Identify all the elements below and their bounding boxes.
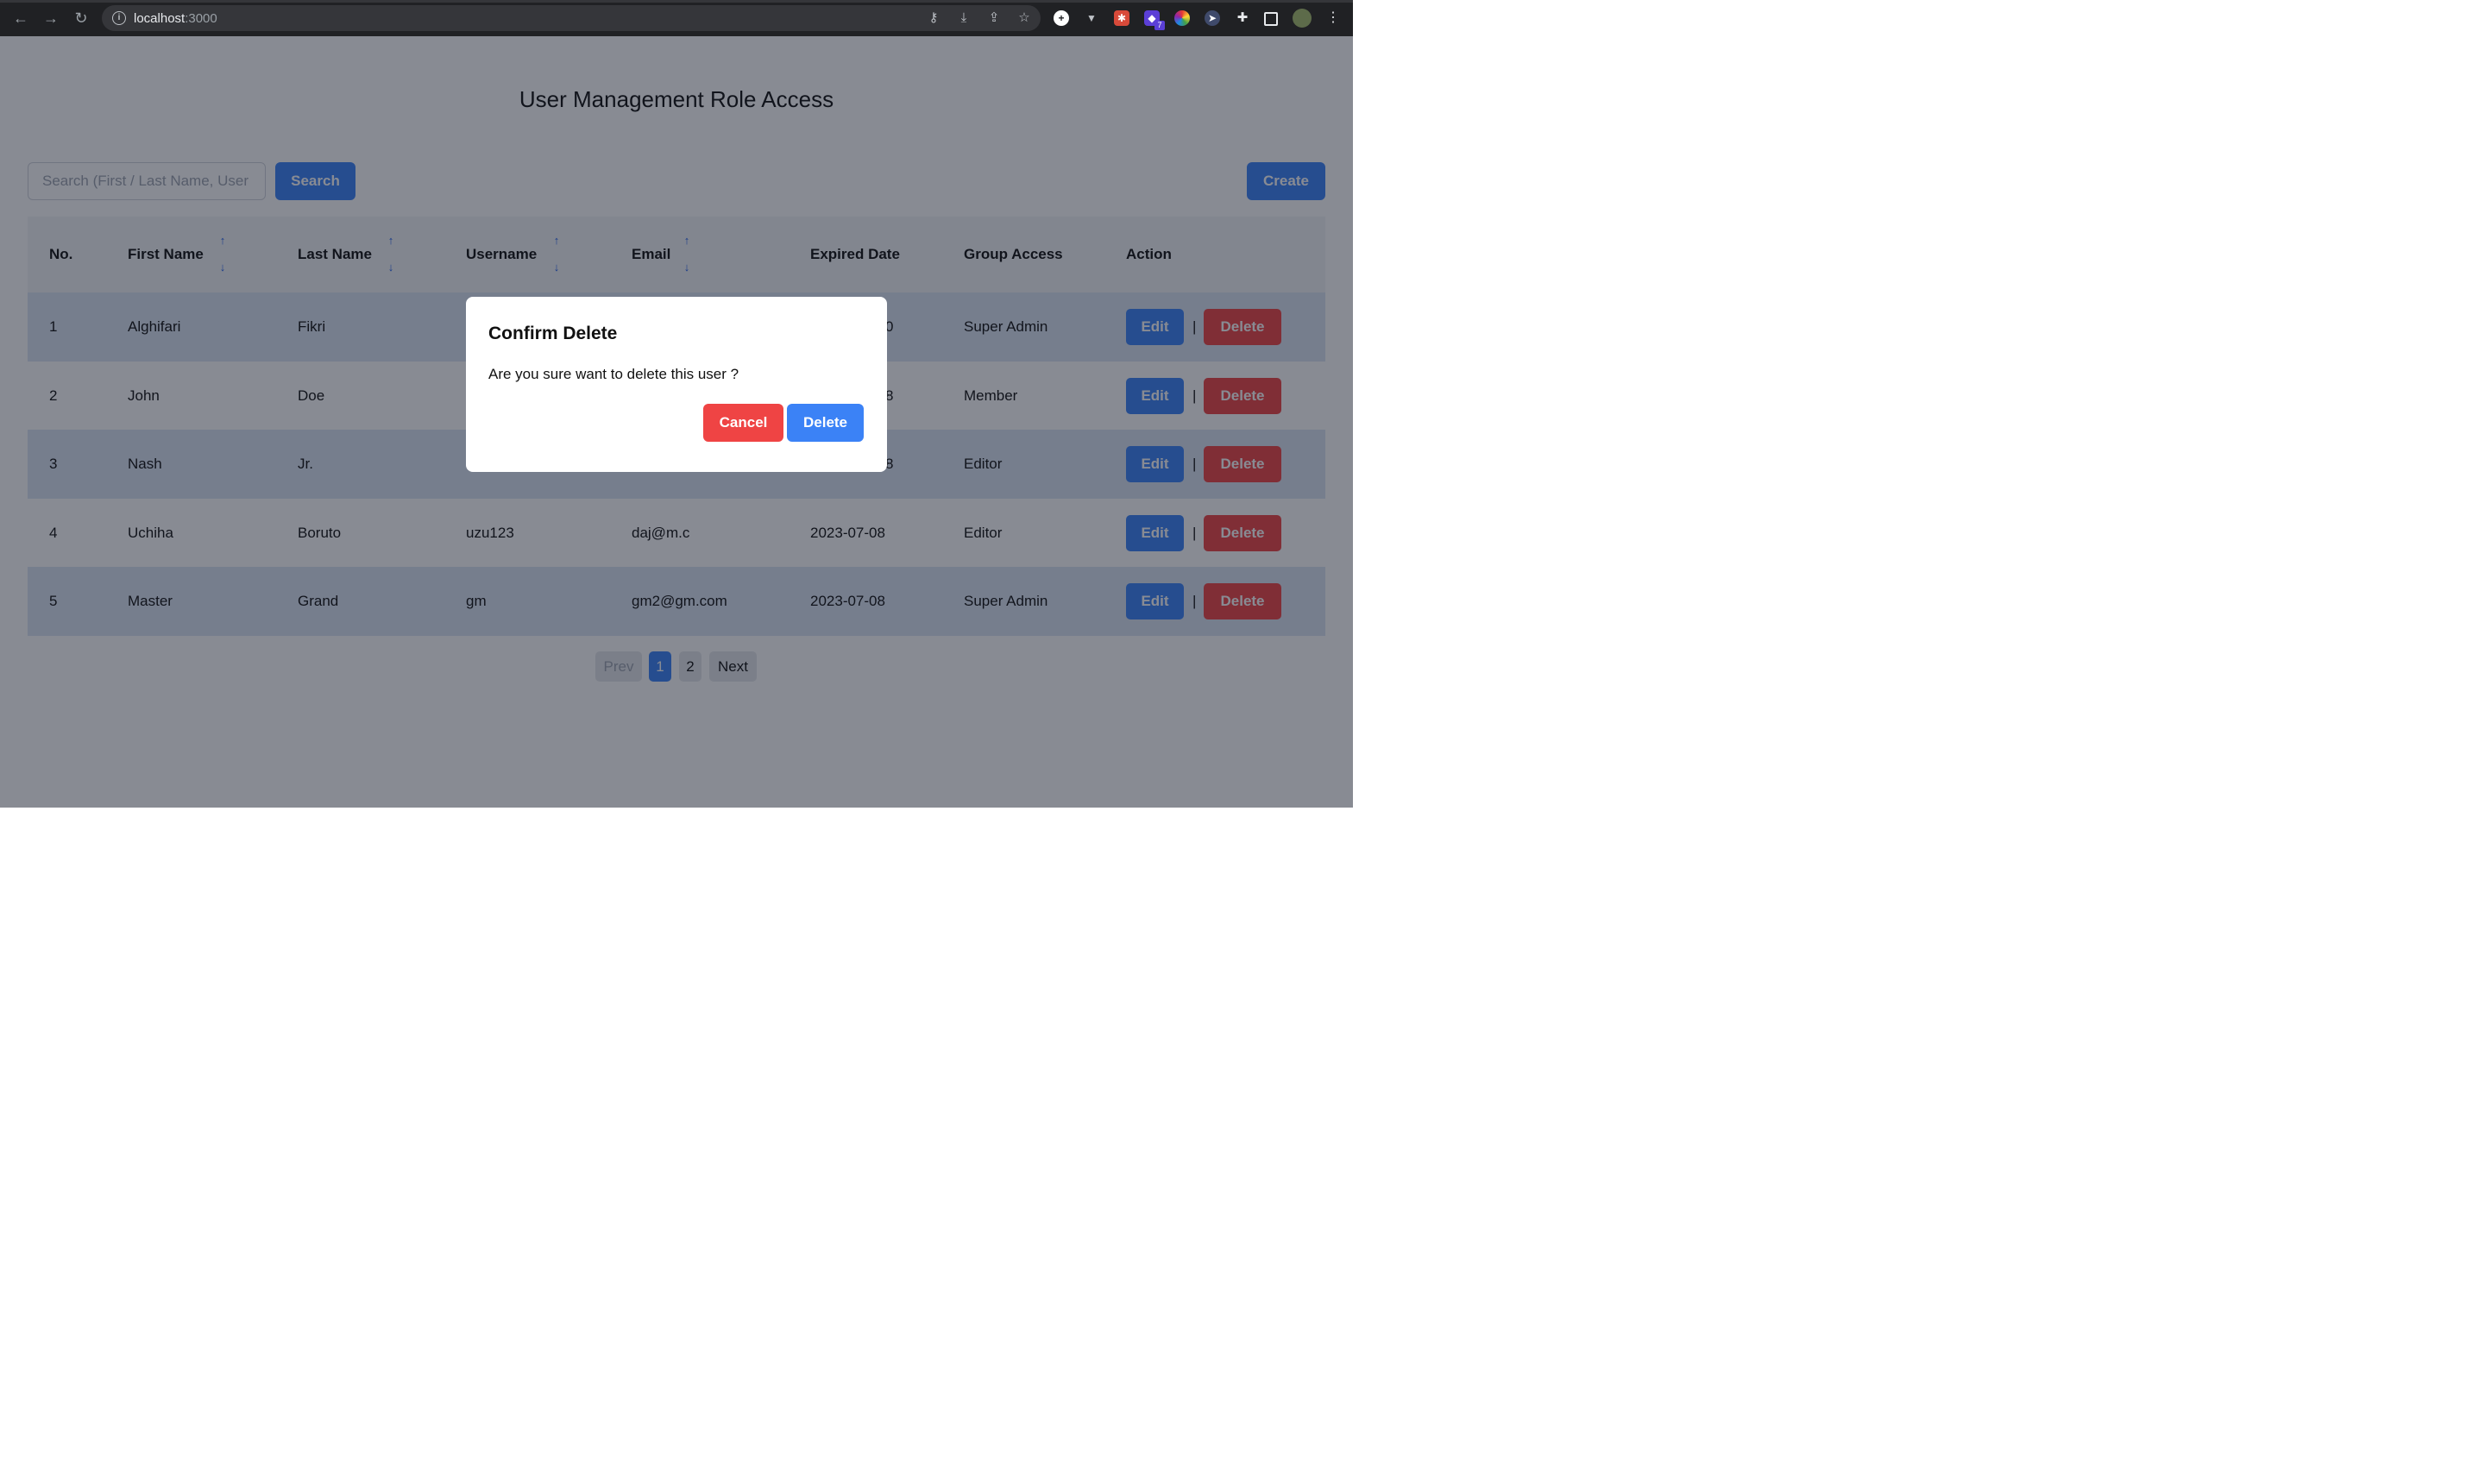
cursor-extension-icon[interactable]: ➤ — [1205, 10, 1220, 26]
reload-icon[interactable]: ↻ — [72, 9, 91, 28]
color-picker-icon[interactable] — [1174, 10, 1190, 26]
dialog-message: Are you sure want to delete this user ? — [488, 366, 739, 382]
extensions-puzzle-icon[interactable]: ✚ — [1235, 10, 1250, 26]
back-icon[interactable]: ← — [11, 9, 30, 28]
extension-plus-icon[interactable]: + — [1054, 10, 1069, 26]
browser-menu-icon[interactable]: ⋮ — [1325, 10, 1341, 26]
site-info-icon[interactable]: i — [112, 11, 126, 25]
tab-strip — [0, 0, 1353, 3]
cancel-button[interactable]: Cancel — [703, 404, 783, 442]
install-icon[interactable]: ⤓ — [956, 11, 972, 25]
dialog-title: Confirm Delete — [488, 324, 618, 343]
side-panel-icon[interactable] — [1264, 12, 1278, 26]
confirm-delete-dialog: Confirm Delete Are you sure want to dele… — [466, 297, 887, 472]
address-bar[interactable]: i localhost:3000 ⚷ ⤓ ⇪ ☆ — [102, 5, 1041, 31]
confirm-delete-button[interactable]: Delete — [787, 404, 864, 442]
browser-toolbar: ← → ↻ i localhost:3000 ⚷ ⤓ ⇪ ☆ + ▼ ✱ ◆ 7… — [0, 0, 1353, 37]
forward-icon[interactable]: → — [41, 9, 60, 28]
extension-red-icon[interactable]: ✱ — [1114, 10, 1129, 26]
extension-badge-count: 7 — [1154, 21, 1165, 30]
key-icon[interactable]: ⚷ — [926, 11, 941, 25]
url-text[interactable]: localhost:3000 — [134, 11, 217, 26]
bookmark-star-icon[interactable]: ☆ — [1016, 11, 1032, 25]
extension-v-icon[interactable]: ▼ — [1084, 10, 1099, 26]
share-icon[interactable]: ⇪ — [986, 11, 1002, 25]
profile-avatar[interactable] — [1293, 9, 1312, 28]
